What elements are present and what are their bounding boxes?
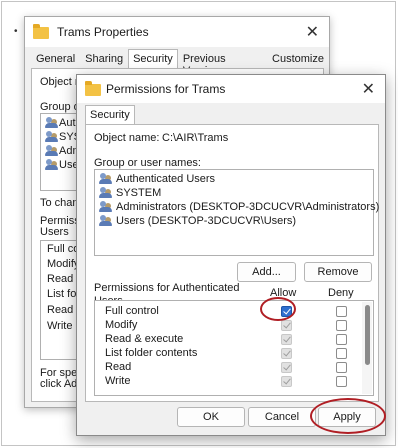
close-icon[interactable]: ✕ — [362, 79, 375, 99]
permissions-dialog: Permissions for Trams ✕ Security Object … — [76, 74, 386, 436]
users-icon — [45, 159, 58, 171]
properties-tabs: General Sharing Security Previous Versio… — [31, 49, 329, 77]
list-item[interactable]: Users (DESKTOP-3DCUCVR\Users) — [99, 215, 296, 227]
folder-icon — [85, 81, 101, 96]
users-icon — [99, 187, 113, 199]
cancel-button[interactable]: Cancel — [248, 407, 316, 427]
group-label: Group or user names: — [94, 157, 201, 169]
group-list[interactable]: Authenticated Users SYSTEM Administrator… — [94, 169, 379, 256]
list-folder-deny-checkbox[interactable] — [336, 348, 347, 359]
users-icon — [99, 215, 113, 227]
permission-name: Read & execute — [105, 333, 184, 345]
add-button[interactable]: Add... — [237, 262, 296, 282]
folder-icon — [33, 24, 49, 39]
tab-security[interactable]: Security — [85, 105, 135, 125]
tab-customize[interactable]: Customize — [267, 49, 329, 69]
modify-allow-checkbox — [281, 320, 292, 331]
object-name-value: C:\AIR\Trams — [162, 132, 229, 144]
deny-header: Deny — [328, 287, 354, 299]
read-execute-deny-checkbox[interactable] — [336, 334, 347, 345]
users-icon — [99, 201, 113, 213]
group-name: SYSTEM — [116, 187, 162, 199]
write-allow-checkbox — [281, 376, 292, 387]
dialog-title: Permissions for Trams — [106, 82, 226, 96]
remove-button[interactable]: Remove — [304, 262, 372, 282]
users-icon — [45, 131, 58, 143]
users-icon — [45, 117, 58, 129]
tab-general[interactable]: General — [31, 49, 80, 69]
ok-button[interactable]: OK — [177, 407, 245, 427]
list-item[interactable]: Authenticated Users — [99, 173, 215, 185]
tab-security[interactable]: Security — [128, 49, 178, 69]
permission-name: Write — [47, 320, 73, 332]
modify-deny-checkbox[interactable] — [336, 320, 347, 331]
read-allow-checkbox — [281, 362, 292, 373]
permissions-list: Full control Modify Read & execute List … — [94, 300, 374, 396]
group-name: Users (DESKTOP-3DCUCVR\Users) — [116, 215, 297, 227]
object-name-label: Object name: — [94, 132, 160, 144]
users-icon — [99, 173, 113, 185]
full-control-deny-checkbox[interactable] — [336, 306, 347, 317]
permission-name: Full control — [105, 305, 159, 317]
permissions-label-users: Users — [40, 226, 69, 238]
group-name: Authenticated Users — [116, 173, 216, 185]
read-deny-checkbox[interactable] — [336, 362, 347, 373]
apply-highlight — [310, 398, 386, 434]
screenshot-frame: • Trams Properties ✕ General Sharing Sec… — [1, 1, 396, 446]
permission-name: Modify — [47, 258, 80, 270]
properties-title: Trams Properties — [57, 25, 149, 39]
write-deny-checkbox[interactable] — [336, 376, 347, 387]
permissions-label-line1: Permissions for Authenticated — [94, 282, 240, 294]
dialog-titlebar: Permissions for Trams ✕ — [77, 75, 385, 103]
close-icon[interactable]: ✕ — [306, 22, 319, 42]
users-icon — [45, 145, 58, 157]
permission-name: Modify — [105, 319, 138, 331]
tab-sharing[interactable]: Sharing — [80, 49, 128, 69]
list-folder-allow-checkbox — [281, 348, 292, 359]
list-item[interactable]: SYSTEM — [99, 187, 161, 199]
permission-name: Write — [105, 375, 131, 387]
list-item[interactable]: Administrators (DESKTOP-3DCUCVR\Administ… — [99, 201, 379, 213]
permission-name: Read — [105, 361, 132, 373]
read-execute-allow-checkbox — [281, 334, 292, 345]
group-name: Administrators (DESKTOP-3DCUCVR\Administ… — [116, 201, 380, 213]
tab-previous-versions[interactable]: Previous Versions — [178, 49, 267, 77]
security-panel: Object name: C:\AIR\Trams Group or user … — [85, 124, 379, 402]
permission-name: Read — [47, 304, 74, 316]
scrollbar-thumb[interactable] — [365, 305, 370, 365]
full-control-highlight — [260, 297, 296, 321]
permission-name: List folder contents — [105, 347, 198, 359]
properties-titlebar: Trams Properties ✕ — [25, 17, 329, 47]
bullet-marker: • — [14, 26, 18, 37]
